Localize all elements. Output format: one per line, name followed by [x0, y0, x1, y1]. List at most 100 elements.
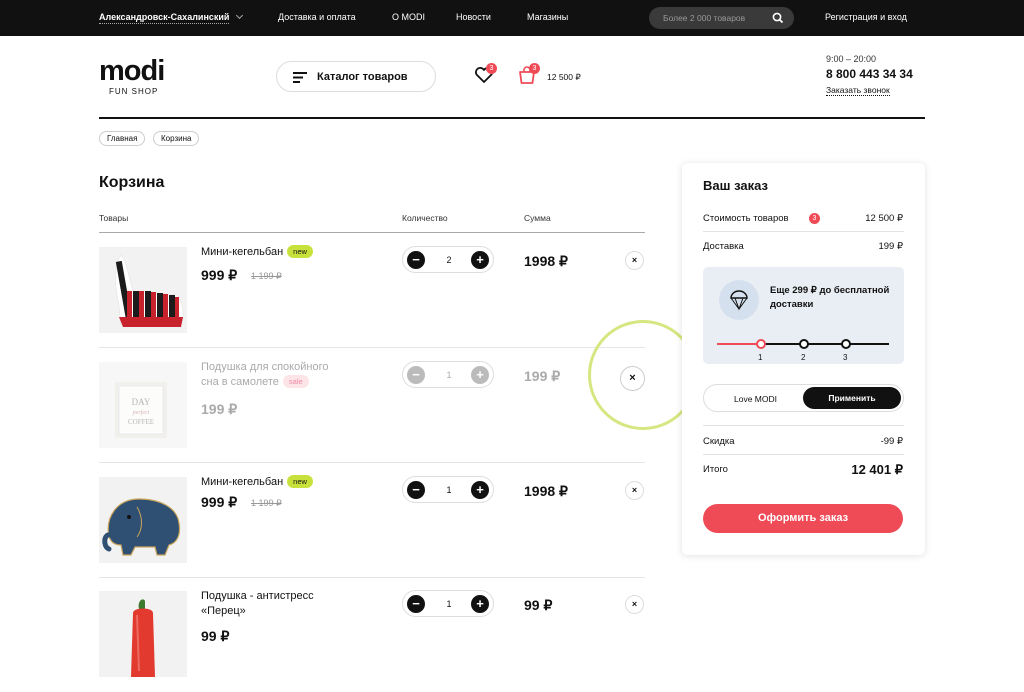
- quantity-stepper: − 1 +: [402, 361, 494, 388]
- progress-step-1: 1: [758, 353, 763, 362]
- remove-item-button[interactable]: ×: [625, 251, 644, 270]
- cart-item: Мини-кегельбан new 999 ₽ 1 199 ₽ − 1 + 19…: [99, 463, 645, 578]
- free-delivery-text: Еще 299 ₽ до бесплатной доставки: [770, 285, 890, 310]
- column-header-qty: Количество: [402, 213, 448, 223]
- checkout-button[interactable]: Оформить заказ: [703, 504, 903, 533]
- column-header-goods: Товары: [99, 213, 129, 223]
- quantity-stepper: − 1 +: [402, 476, 494, 503]
- goods-cost-label: Стоимость товаров: [703, 213, 789, 224]
- header-cart-sum[interactable]: 12 500 ₽: [547, 72, 581, 83]
- item-sum: 1998 ₽: [524, 253, 568, 269]
- cart-item: DAY perfect COFFEE Подушка для спокойног…: [99, 348, 645, 463]
- cart-item: Мини-кегельбан new 999 ₽ 1 199 ₽ − 2 + 19…: [99, 233, 645, 348]
- goods-count-badge: 3: [809, 213, 820, 224]
- logo-subtitle: FUN SHOP: [109, 87, 159, 96]
- divider: [703, 231, 904, 232]
- svg-text:DAY: DAY: [132, 397, 151, 407]
- product-image[interactable]: [99, 591, 187, 677]
- product-old-price: 1 199 ₽: [251, 498, 282, 508]
- quantity-stepper: − 1 +: [402, 590, 494, 617]
- remove-item-button[interactable]: ×: [625, 595, 644, 614]
- order-title: Ваш заказ: [703, 178, 768, 193]
- catalog-button[interactable]: Каталог товаров: [276, 61, 436, 92]
- product-image[interactable]: [99, 247, 187, 333]
- progress-step-2: 2: [801, 353, 806, 362]
- delivery-label: Доставка: [703, 241, 744, 252]
- menu-icon: [293, 72, 307, 83]
- product-name[interactable]: Подушка для спокойного сна в самолете sale: [201, 360, 371, 390]
- discount-value: -99 ₽: [880, 436, 903, 447]
- product-price: 999 ₽: [201, 267, 238, 283]
- favorites-button[interactable]: 3: [474, 63, 497, 89]
- product-name-line2: «Перец»: [201, 605, 246, 617]
- breadcrumb-home[interactable]: Главная: [99, 131, 146, 146]
- product-price: 999 ₽: [201, 494, 238, 510]
- nav-stores[interactable]: Магазины: [527, 12, 568, 22]
- total-value: 12 401 ₽: [851, 462, 903, 477]
- search-placeholder: Более 2 000 товаров: [663, 13, 746, 23]
- chevron-down-icon[interactable]: [235, 11, 244, 20]
- cart-item: Подушка - антистресс «Перец» 99 ₽ − 1 + 9…: [99, 577, 645, 692]
- item-sum: 1998 ₽: [524, 483, 568, 499]
- nav-about[interactable]: О MODI: [392, 12, 425, 22]
- promo-code-field[interactable]: Love MODI Применить: [703, 384, 904, 412]
- search-icon[interactable]: [772, 11, 784, 25]
- product-name-text: Мини-кегельбан: [201, 246, 284, 258]
- catalog-label: Каталог товаров: [317, 71, 408, 83]
- increase-button[interactable]: +: [471, 251, 489, 269]
- product-price: 99 ₽: [201, 628, 230, 644]
- product-name[interactable]: Подушка - антистресс «Перец»: [201, 589, 371, 619]
- promo-code-value[interactable]: Love MODI: [734, 394, 777, 404]
- increase-button[interactable]: +: [471, 366, 489, 384]
- breadcrumb-cart[interactable]: Корзина: [153, 131, 200, 146]
- product-name-line1: Подушка - антистресс: [201, 590, 314, 602]
- column-header-sum: Сумма: [524, 213, 551, 223]
- product-name-line1: Подушка для спокойного: [201, 361, 329, 373]
- top-bar: Александровск-Сахалинский Доставка и опл…: [0, 0, 1024, 36]
- progress-step-3: 3: [843, 353, 848, 362]
- logo[interactable]: modi FUN SHOP: [99, 55, 165, 96]
- logo-text: modi: [99, 55, 165, 87]
- new-badge: new: [287, 475, 313, 488]
- product-name-text: Мини-кегельбан: [201, 476, 284, 488]
- discount-label: Скидка: [703, 436, 735, 447]
- search-input[interactable]: Более 2 000 товаров: [649, 7, 794, 29]
- product-old-price: 1 199 ₽: [251, 271, 282, 281]
- delivery-value: 199 ₽: [878, 241, 903, 252]
- item-sum: 199 ₽: [524, 368, 561, 384]
- product-price: 199 ₽: [201, 401, 238, 417]
- sale-badge: sale: [282, 375, 309, 388]
- nav-delivery[interactable]: Доставка и оплата: [278, 12, 356, 22]
- item-sum: 99 ₽: [524, 597, 553, 613]
- cart-count-badge: 3: [529, 63, 540, 74]
- cart-button[interactable]: 3: [517, 63, 540, 90]
- new-badge: new: [287, 245, 313, 258]
- parachute-icon: [719, 280, 759, 320]
- goods-cost-value: 12 500 ₽: [865, 213, 903, 224]
- product-name[interactable]: Мини-кегельбан new: [201, 245, 371, 260]
- total-label: Итого: [703, 464, 728, 475]
- order-summary-panel: Ваш заказ Стоимость товаров 3 12 500 ₽ Д…: [682, 163, 925, 555]
- apply-promo-button[interactable]: Применить: [803, 387, 901, 409]
- phone-number[interactable]: 8 800 443 34 34: [826, 67, 913, 81]
- favorites-count-badge: 3: [486, 63, 497, 74]
- page-title: Корзина: [99, 174, 165, 191]
- free-delivery-progress: Еще 299 ₽ до бесплатной доставки 1 2 3: [703, 267, 904, 364]
- divider: [703, 454, 904, 455]
- remove-item-button[interactable]: ×: [620, 366, 645, 391]
- quantity-stepper: − 2 +: [402, 246, 494, 273]
- increase-button[interactable]: +: [471, 481, 489, 499]
- work-hours: 9:00 – 20:00: [826, 54, 877, 64]
- svg-text:COFFEE: COFFEE: [128, 418, 154, 426]
- auth-link[interactable]: Регистрация и вход: [825, 12, 907, 22]
- product-image[interactable]: DAY perfect COFFEE: [99, 362, 187, 448]
- nav-news[interactable]: Новости: [456, 12, 491, 22]
- product-name-line2: сна в самолете: [201, 376, 279, 388]
- svg-text:perfect: perfect: [132, 409, 150, 416]
- remove-item-button[interactable]: ×: [625, 481, 644, 500]
- product-name[interactable]: Мини-кегельбан new: [201, 475, 371, 490]
- increase-button[interactable]: +: [471, 595, 489, 613]
- callback-link[interactable]: Заказать звонок: [826, 85, 890, 96]
- product-image[interactable]: [99, 477, 187, 563]
- city-selector[interactable]: Александровск-Сахалинский: [99, 12, 230, 24]
